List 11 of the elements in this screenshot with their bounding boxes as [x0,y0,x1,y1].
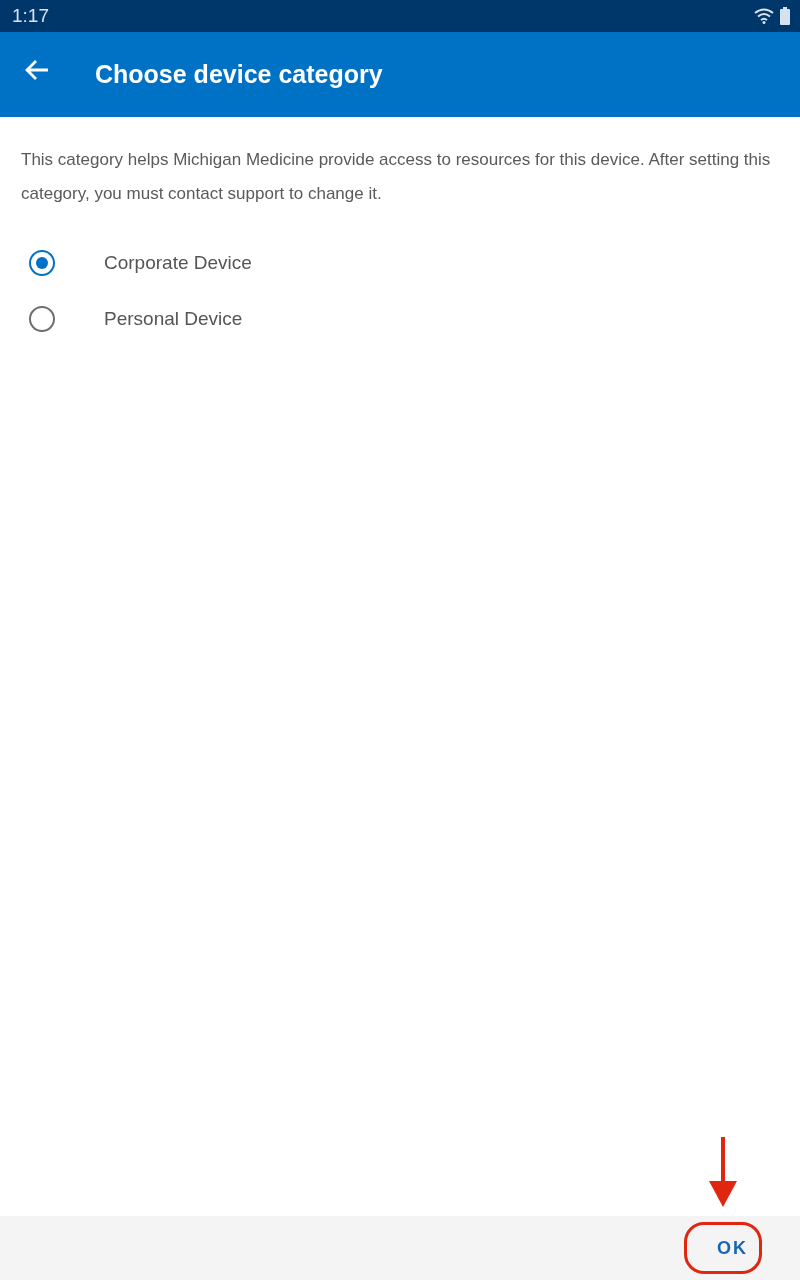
radio-button[interactable] [29,250,55,276]
radio-button[interactable] [29,306,55,332]
description-text: This category helps Michigan Medicine provide access to resources for this device. After setting this category, you must contact support to change it. [21,149,772,205]
screen-title: Choose device category [95,60,383,89]
wifi-icon [754,8,774,24]
battery-icon [780,7,790,25]
option-label[interactable]: Personal Device [104,308,243,330]
ok-button[interactable]: OK [707,1229,758,1267]
option-label[interactable]: Corporate Device [104,252,252,274]
status-time: 1:17 [12,5,49,27]
pointer-arrow [709,1137,737,1207]
